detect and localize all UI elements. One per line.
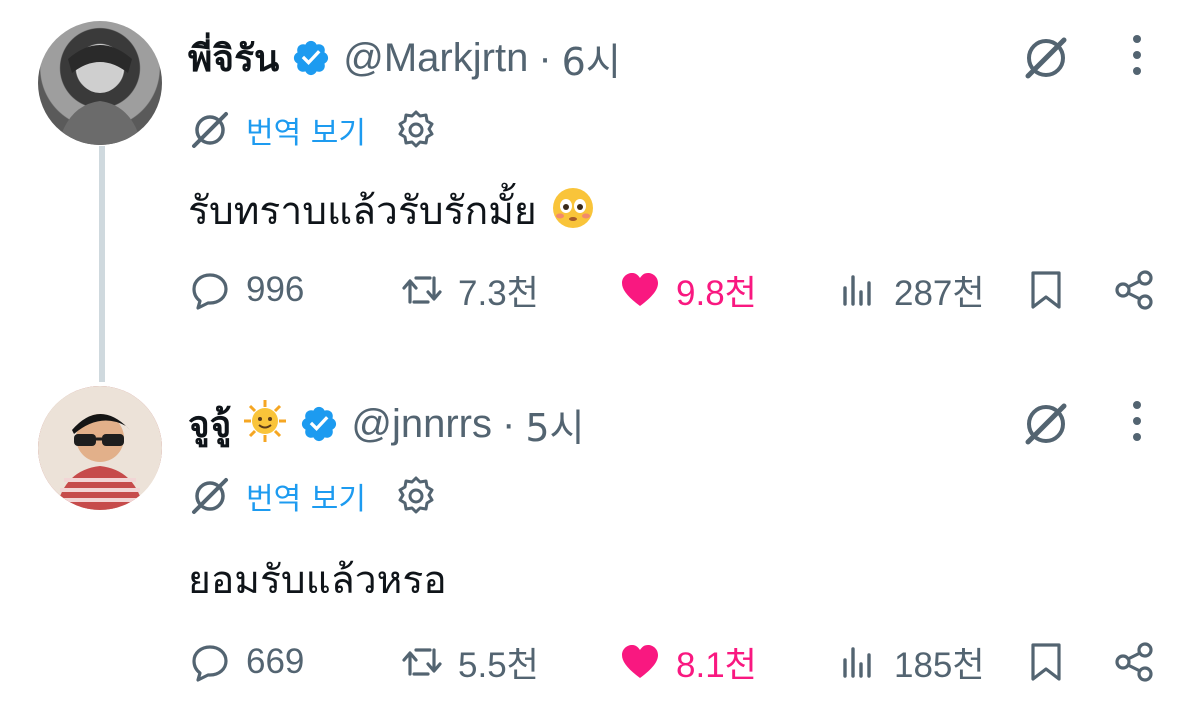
grok-slash-icon[interactable] [1018, 396, 1074, 452]
verified-badge-icon[interactable] [299, 404, 339, 444]
repost-arrows-icon [402, 276, 442, 304]
separator-dot: · [501, 401, 516, 446]
translate-row: 번역 보기 [188, 474, 438, 518]
reply-button[interactable]: 996 [188, 264, 304, 316]
display-name[interactable]: จูจู้ [188, 395, 231, 454]
speech-bubble-icon [192, 273, 228, 310]
like-button[interactable]: 9.8천 [618, 264, 757, 316]
reply-count: 996 [246, 270, 305, 309]
heart-icon [622, 645, 658, 678]
share-nodes-icon [1115, 642, 1153, 682]
flushed-face-emoji [551, 186, 595, 237]
gear-icon[interactable] [394, 108, 438, 152]
separator-dot: · [538, 35, 552, 80]
tweet-text: รับทราบแล้วรับรักมั้ย [188, 180, 595, 242]
more-options-icon[interactable] [1122, 32, 1152, 78]
bookmark-icon [1031, 643, 1061, 681]
repost-button[interactable]: 7.3천 [400, 264, 539, 316]
translate-link[interactable]: 번역 보기 [246, 108, 366, 152]
reply-button[interactable]: 669 [188, 636, 304, 688]
translate-icon[interactable] [188, 474, 232, 518]
translate-icon[interactable] [188, 108, 232, 152]
avatar[interactable] [38, 386, 162, 510]
translate-link[interactable]: 번역 보기 [246, 474, 366, 518]
tweet-text: ยอมรับแล้วหรอ [188, 549, 447, 611]
translate-row: 번역 보기 [188, 108, 438, 152]
tweet[interactable]: จูจู้ @jnnrrs · 5시 번역 보기 ยอมรับแล้วหรอ 6… [0, 366, 1200, 708]
timestamp[interactable]: 5시 [525, 397, 584, 452]
bookmark-button[interactable] [1024, 636, 1068, 688]
share-button[interactable] [1112, 636, 1156, 688]
views-count: 185천 [894, 645, 985, 685]
display-name[interactable]: พี่จิรัน [188, 29, 279, 88]
bar-chart-icon [843, 275, 871, 306]
like-count: 9.8천 [676, 273, 757, 313]
share-nodes-icon [1115, 270, 1153, 310]
views-button[interactable]: 185천 [836, 636, 985, 688]
tweet[interactable]: พี่จิรัน @Markjrtn · 6시 번역 보기 รับทราบแล้… [0, 0, 1200, 354]
action-bar: 996 7.3천 9.8천 287천 [0, 264, 1200, 316]
action-bar: 669 5.5천 8.1천 185천 [0, 636, 1200, 688]
share-button[interactable] [1112, 264, 1156, 316]
user-handle[interactable]: @jnnrrs [351, 402, 492, 447]
verified-badge-icon[interactable] [291, 38, 331, 78]
repost-count: 7.3천 [458, 273, 539, 313]
grok-slash-icon[interactable] [1018, 30, 1074, 86]
sun-with-face-emoji [243, 399, 287, 449]
tweet-text-content: ยอมรับแล้วหรอ [188, 558, 447, 603]
gear-icon[interactable] [394, 474, 438, 518]
repost-count: 5.5천 [458, 645, 539, 685]
views-button[interactable]: 287천 [836, 264, 985, 316]
tweet-header: จูจู้ @jnnrrs · 5시 [188, 399, 584, 450]
user-handle[interactable]: @Markjrtn [343, 36, 528, 81]
bookmark-button[interactable] [1024, 264, 1068, 316]
speech-bubble-icon [192, 645, 228, 682]
more-options-icon[interactable] [1122, 398, 1152, 444]
tweet-text-content: รับทราบแล้วรับรักมั้ย [188, 189, 537, 234]
tweet-header: พี่จิรัน @Markjrtn · 6시 [188, 35, 621, 84]
avatar[interactable] [38, 21, 162, 145]
reply-count: 669 [246, 642, 305, 681]
repost-arrows-icon [402, 648, 442, 676]
like-count: 8.1천 [676, 645, 757, 685]
bar-chart-icon [843, 647, 871, 678]
bookmark-icon [1031, 271, 1061, 309]
repost-button[interactable]: 5.5천 [400, 636, 539, 688]
heart-icon [622, 273, 658, 306]
views-count: 287천 [894, 273, 985, 313]
like-button[interactable]: 8.1천 [618, 636, 757, 688]
timestamp[interactable]: 6시 [562, 31, 621, 86]
